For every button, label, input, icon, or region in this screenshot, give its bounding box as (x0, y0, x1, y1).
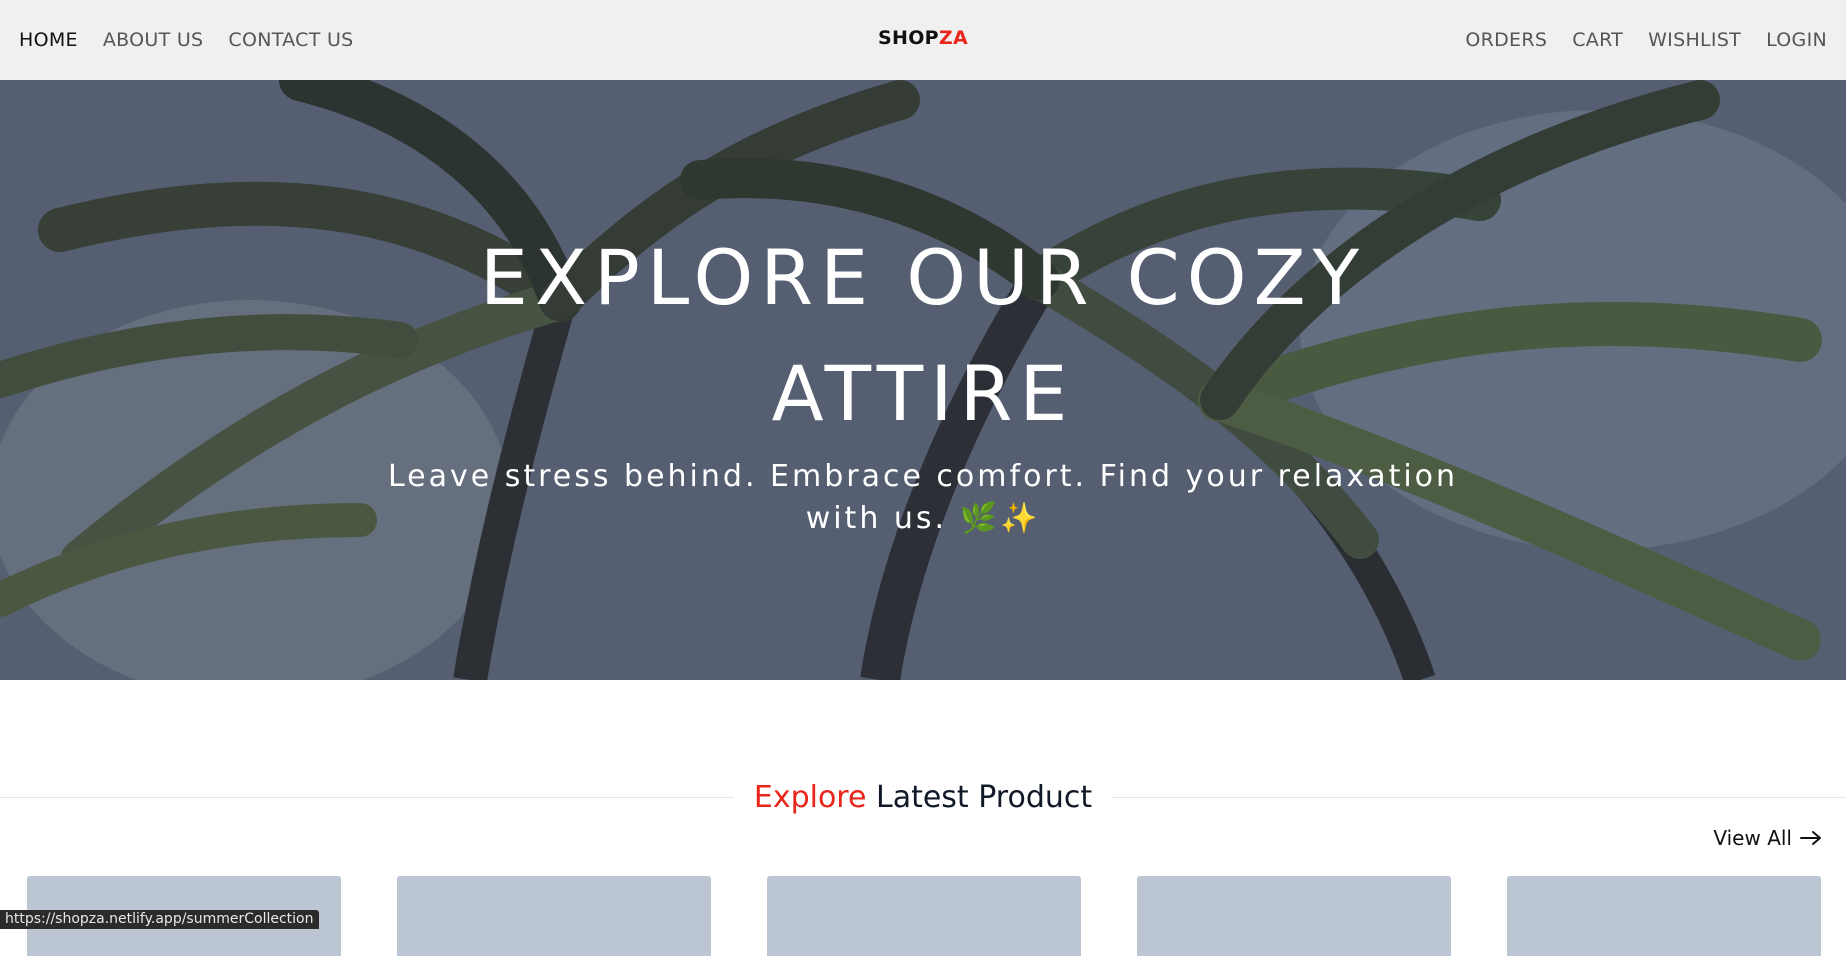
product-card[interactable] (767, 876, 1081, 956)
brand-part-1: SHOP (878, 27, 939, 49)
brand-part-2: ZA (939, 27, 968, 49)
view-all-label: View All (1713, 826, 1792, 850)
latest-products-heading: Explore Latest Product (0, 774, 1846, 820)
brand-logo[interactable]: SHOPZA (878, 27, 968, 49)
section-title: Explore Latest Product (734, 780, 1112, 815)
nav-contact-link[interactable]: CONTACT US (228, 29, 353, 51)
hero-subtitle: Leave stress behind. Embrace comfort. Fi… (0, 456, 1846, 540)
nav-cart-link[interactable]: CART (1572, 29, 1623, 51)
nav-orders-link[interactable]: ORDERS (1465, 29, 1547, 51)
nav-right-group: ORDERS CART WISHLIST LOGIN (1465, 29, 1827, 51)
product-card[interactable] (1137, 876, 1451, 956)
nav-login-link[interactable]: LOGIN (1766, 29, 1827, 51)
product-card[interactable] (397, 876, 711, 956)
nav-wishlist-link[interactable]: WISHLIST (1648, 29, 1741, 51)
section-title-accent: Explore (754, 780, 867, 815)
product-card[interactable] (1507, 876, 1821, 956)
nav-left-group: HOME ABOUT US CONTACT US (19, 29, 354, 51)
heading-divider-left (0, 797, 734, 798)
view-all-link[interactable]: View All (1713, 826, 1822, 850)
arrow-right-icon (1800, 828, 1822, 848)
nav-home-link[interactable]: HOME (19, 29, 78, 51)
section-title-rest: Latest Product (866, 780, 1092, 815)
hero-banner: EXPLORE OUR COZY ATTIRE Leave stress beh… (0, 80, 1846, 680)
hero-title: EXPLORE OUR COZY ATTIRE (0, 220, 1846, 452)
heading-divider-right (1112, 797, 1846, 798)
nav-about-link[interactable]: ABOUT US (103, 29, 204, 51)
top-navbar: HOME ABOUT US CONTACT US SHOPZA ORDERS C… (0, 0, 1846, 80)
status-bar-url: https://shopza.netlify.app/summerCollect… (0, 910, 319, 929)
